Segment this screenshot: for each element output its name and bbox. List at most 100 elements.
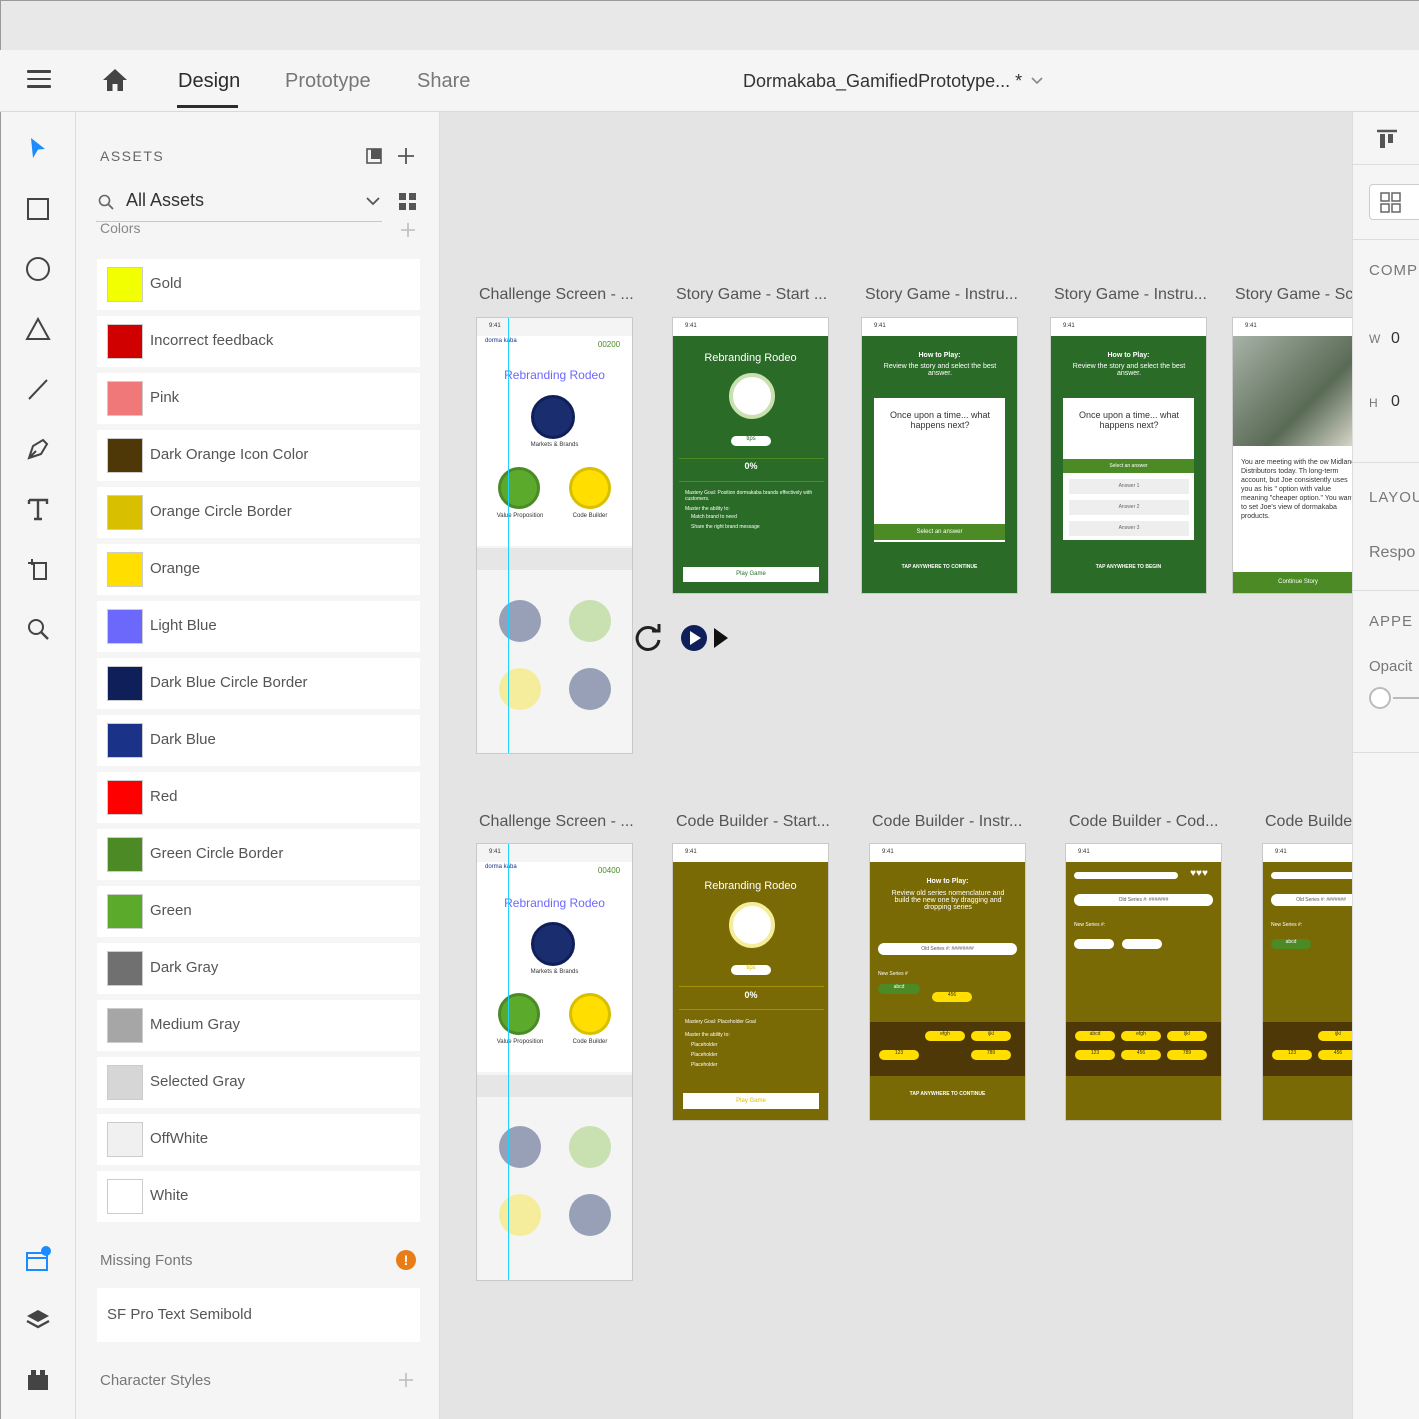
drop-slot[interactable] [1122, 939, 1162, 949]
artboard-story-scene[interactable]: 9:41 You are meeting with the ow Midland… [1232, 317, 1352, 594]
artboard-label[interactable]: Code Builder - Cod... [1069, 813, 1229, 831]
series-chip[interactable]: 456 [1318, 1050, 1352, 1060]
chevron-down-icon[interactable] [1030, 74, 1044, 88]
grid-view-icon[interactable] [398, 192, 418, 212]
select-answer-bar[interactable]: Select an answer [874, 524, 1005, 540]
artboard-story-instructions[interactable]: 9:41 How to Play: Review the story and s… [861, 317, 1018, 594]
series-chip[interactable]: 789 [971, 1050, 1011, 1060]
color-asset-row[interactable]: Green [97, 886, 420, 937]
design-canvas[interactable]: Challenge Screen - ... Story Game - Star… [440, 112, 1352, 1419]
code-builder-badge[interactable] [569, 467, 611, 509]
pen-tool-icon[interactable] [23, 434, 53, 464]
example-badge[interactable] [569, 668, 611, 710]
layers-panel-icon[interactable] [23, 1305, 53, 1335]
plugins-panel-icon[interactable] [23, 1365, 53, 1395]
text-tool-icon[interactable] [23, 494, 53, 524]
color-asset-row[interactable]: Selected Gray [97, 1057, 420, 1108]
tips-button[interactable]: tips [731, 436, 771, 446]
answer-option[interactable]: Answer 2 [1069, 500, 1189, 515]
assets-filter[interactable]: All Assets [96, 186, 382, 222]
add-character-style-icon[interactable] [396, 1370, 416, 1390]
series-chip[interactable]: ijkl [1318, 1031, 1352, 1041]
chevron-down-icon[interactable] [366, 194, 380, 208]
tips-button[interactable]: tips [731, 965, 771, 975]
color-asset-row[interactable]: Dark Gray [97, 943, 420, 994]
series-chip[interactable]: efgh [925, 1031, 965, 1041]
answer-option[interactable]: Answer 3 [1069, 521, 1189, 536]
artboard-code-builder-play[interactable]: 9:41 ♥♥♥ Old Series #: ####### New Serie… [1065, 843, 1222, 1121]
artboard-story-start[interactable]: 9:41 Rebranding Rodeo tips 0% Mastery Go… [672, 317, 829, 594]
color-asset-row[interactable]: Green Circle Border [97, 829, 420, 880]
open-library-icon[interactable] [364, 146, 384, 166]
series-chip[interactable]: abcd [1075, 1031, 1115, 1041]
color-asset-row[interactable]: Gold [97, 259, 420, 310]
document-title[interactable]: Dormakaba_GamifiedPrototype... * [743, 71, 1022, 92]
add-color-icon[interactable] [398, 220, 418, 240]
example-badge[interactable] [499, 668, 541, 710]
missing-font-row[interactable]: SF Pro Text Semibold [97, 1288, 420, 1342]
color-asset-row[interactable]: White [97, 1171, 420, 1222]
prototype-play-controls[interactable] [634, 622, 734, 654]
series-chip[interactable]: abcd [1271, 939, 1311, 949]
opacity-slider-track[interactable] [1393, 697, 1419, 699]
color-asset-row[interactable]: Orange Circle Border [97, 487, 420, 538]
series-chip[interactable]: ijkl [1167, 1031, 1207, 1041]
artboard-code-builder-instructions[interactable]: 9:41 How to Play: Review old series nome… [869, 843, 1026, 1121]
hamburger-menu-icon[interactable] [27, 70, 51, 90]
artboard-story-instructions-2[interactable]: 9:41 How to Play: Review the story and s… [1050, 317, 1207, 594]
color-asset-row[interactable]: Dark Blue [97, 715, 420, 766]
markets-brands-badge[interactable] [531, 395, 575, 439]
artboard-label[interactable]: Story Game - Start ... [676, 286, 836, 304]
example-badge[interactable] [569, 600, 611, 642]
select-tool-icon[interactable] [23, 134, 53, 164]
series-chip[interactable]: 456 [1121, 1050, 1161, 1060]
home-icon[interactable] [101, 66, 129, 94]
height-value[interactable]: 0 [1391, 393, 1401, 411]
color-asset-row[interactable]: Light Blue [97, 601, 420, 652]
answer-option[interactable]: Answer 1 [1069, 479, 1189, 494]
color-asset-row[interactable]: Medium Gray [97, 1000, 420, 1051]
artboard-label[interactable]: Challenge Screen - ... [479, 286, 639, 304]
drop-slot[interactable] [1074, 939, 1114, 949]
series-chip[interactable]: abcd [878, 984, 920, 994]
artboard-label[interactable]: Story Game - Sc [1235, 286, 1352, 304]
zoom-tool-icon[interactable] [23, 614, 53, 644]
warning-icon[interactable]: ! [396, 1250, 416, 1270]
line-tool-icon[interactable] [23, 374, 53, 404]
color-asset-row[interactable]: Dark Orange Icon Color [97, 430, 420, 481]
tab-prototype[interactable]: Prototype [285, 70, 371, 93]
ellipse-tool-icon[interactable] [23, 254, 53, 284]
tab-share[interactable]: Share [417, 70, 470, 93]
responsive-resize-toggle[interactable] [1369, 184, 1419, 220]
artboard-label[interactable]: Challenge Screen - ... [479, 813, 639, 831]
add-asset-icon[interactable] [396, 146, 416, 166]
rectangle-tool-icon[interactable] [23, 194, 53, 224]
polygon-tool-icon[interactable] [23, 314, 53, 344]
color-asset-row[interactable]: Orange [97, 544, 420, 595]
example-badge[interactable] [499, 1194, 541, 1236]
series-chip[interactable]: 123 [1075, 1050, 1115, 1060]
value-proposition-badge[interactable] [498, 993, 540, 1035]
align-top-icon[interactable] [1375, 128, 1399, 152]
color-asset-row[interactable]: Incorrect feedback [97, 316, 420, 367]
artboard-label[interactable]: Code Builder - Start... [676, 813, 836, 831]
play-game-button[interactable]: Play Game [683, 567, 819, 582]
example-badge[interactable] [499, 600, 541, 642]
color-asset-row[interactable]: Dark Blue Circle Border [97, 658, 420, 709]
markets-brands-badge[interactable] [531, 922, 575, 966]
artboard-label[interactable]: Code Builde [1265, 813, 1352, 831]
series-chip[interactable]: ijkl [971, 1031, 1011, 1041]
play-game-button[interactable]: Play Game [683, 1093, 819, 1109]
color-asset-row[interactable]: OffWhite [97, 1114, 420, 1165]
color-asset-row[interactable]: Pink [97, 373, 420, 424]
value-proposition-badge[interactable] [498, 467, 540, 509]
color-asset-row[interactable]: Red [97, 772, 420, 823]
example-badge[interactable] [499, 1126, 541, 1168]
example-badge[interactable] [569, 1126, 611, 1168]
assets-panel-icon[interactable] [23, 1245, 53, 1275]
artboard-challenge-screen[interactable]: 9:41 dorma kaba 00200 Rebranding Rodeo M… [476, 317, 633, 754]
series-chip[interactable]: efgh [1121, 1031, 1161, 1041]
continue-story-button[interactable]: Continue Story [1233, 572, 1352, 593]
series-chip[interactable]: 789 [1167, 1050, 1207, 1060]
series-chip[interactable]: 123 [879, 1050, 919, 1060]
